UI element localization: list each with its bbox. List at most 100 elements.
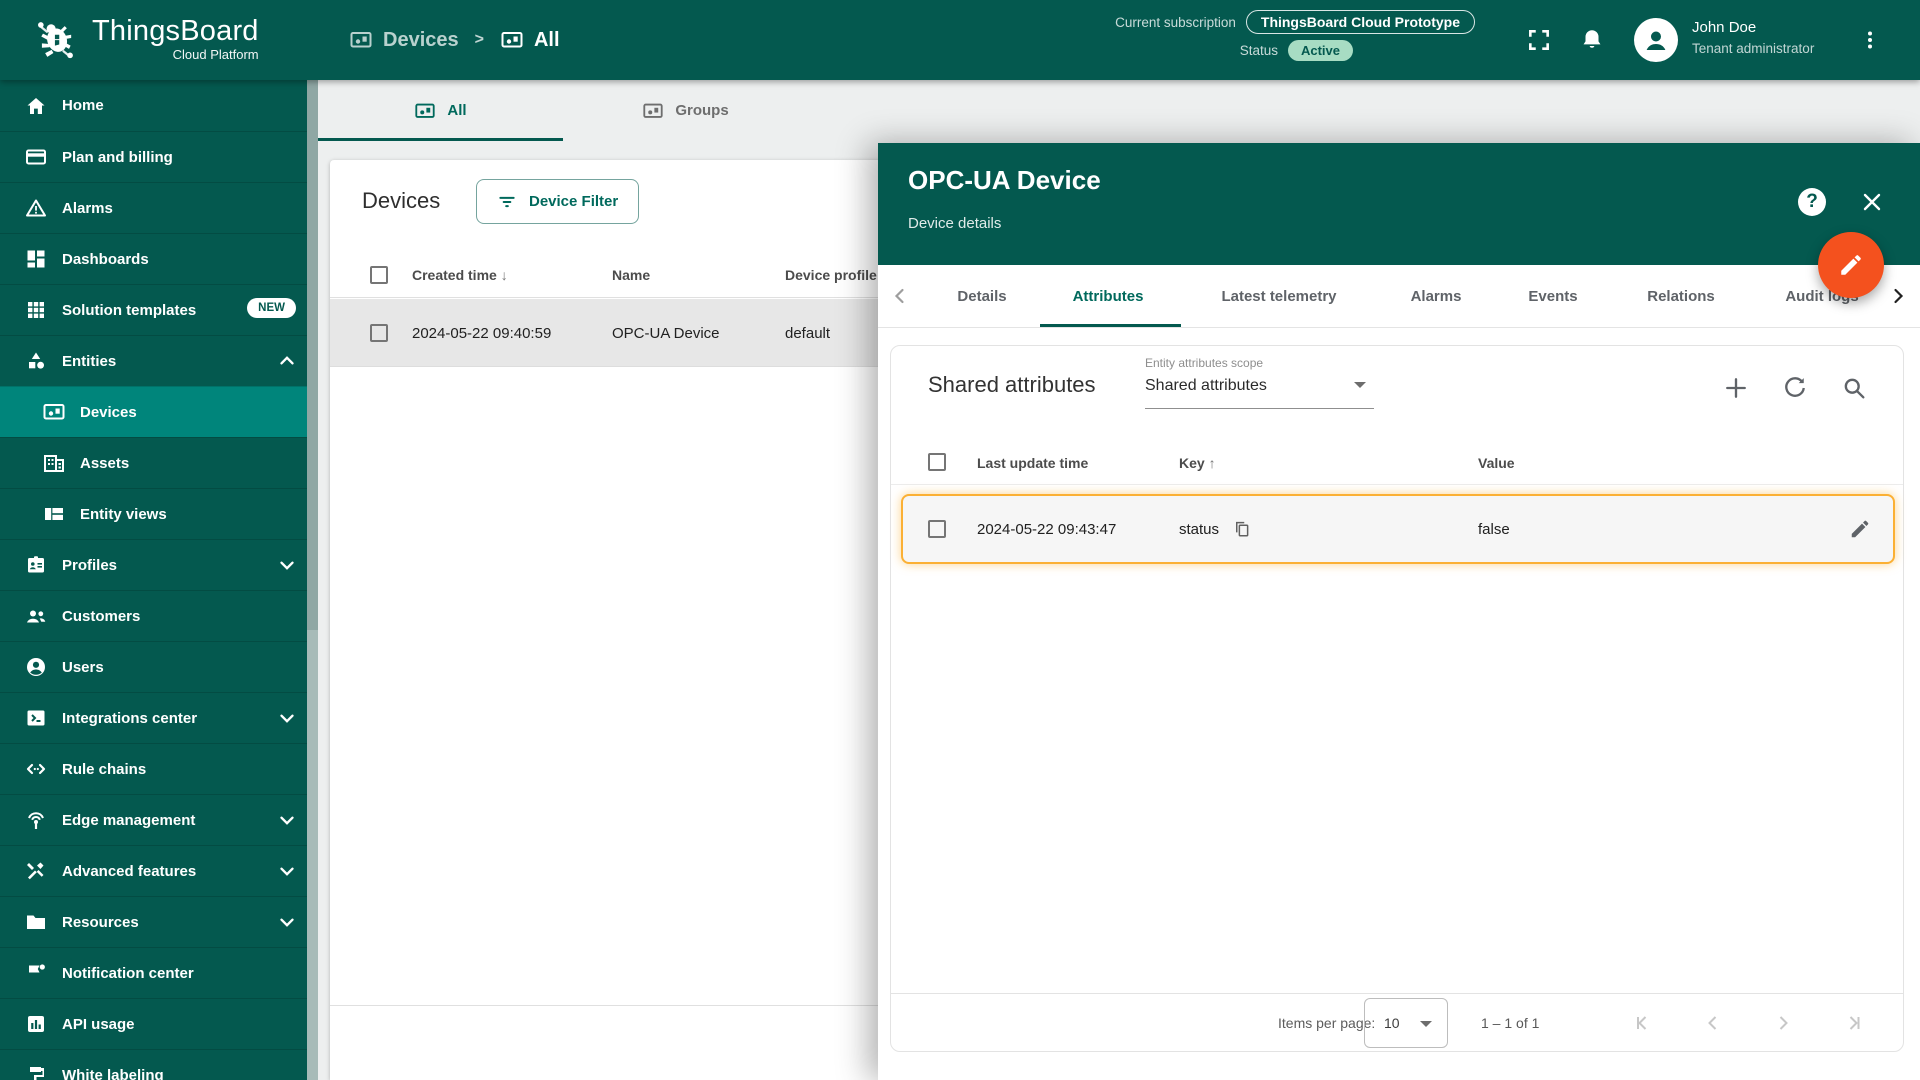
tab-groups-label: Groups: [675, 102, 729, 119]
subscription-plan-pill[interactable]: ThingsBoard Cloud Prototype: [1245, 10, 1475, 34]
chevron-down-icon: [276, 707, 298, 729]
view-quilt-icon: [42, 502, 66, 526]
sidebar-item-edge-management[interactable]: Edge management: [0, 794, 318, 845]
brand-logo[interactable]: ThingsBoard Cloud Platform: [30, 12, 259, 64]
row-checkbox[interactable]: [370, 324, 388, 342]
notifications-bell-button[interactable]: [1576, 0, 1608, 80]
devices-title: Devices: [362, 188, 441, 213]
close-icon[interactable]: [1860, 190, 1884, 214]
subscription-block: Current subscription ThingsBoard Cloud P…: [1005, 10, 1475, 67]
chart-box-icon: [24, 1012, 48, 1036]
fullscreen-button[interactable]: [1524, 0, 1554, 80]
sidebar-item-resources[interactable]: Resources: [0, 896, 318, 947]
sidebar-item-profiles[interactable]: Profiles: [0, 539, 318, 590]
help-icon[interactable]: ?: [1798, 188, 1826, 216]
col-device-profile[interactable]: Device profile: [785, 267, 877, 283]
sidebar-item-alarms[interactable]: Alarms: [0, 182, 318, 233]
breadcrumb: Devices > All: [349, 0, 560, 80]
sidebar-item-integrations-center[interactable]: Integrations center: [0, 692, 318, 743]
search-button[interactable]: [1840, 374, 1868, 402]
building-icon: [42, 451, 66, 475]
dropdown-caret-icon[interactable]: [1354, 382, 1366, 388]
select-all-attributes-checkbox[interactable]: [928, 453, 946, 471]
chevron-down-icon: [276, 809, 298, 831]
chevron-down-icon: [276, 911, 298, 933]
devices-group-icon: [642, 100, 664, 122]
tab-details[interactable]: Details: [957, 265, 1006, 327]
sidebar-scrollbar[interactable]: [307, 80, 318, 1080]
tools-icon: [24, 859, 48, 883]
items-per-page-label: Items per page:: [1278, 1015, 1376, 1031]
refresh-button[interactable]: [1781, 374, 1809, 402]
select-all-checkbox[interactable]: [370, 266, 388, 284]
attribute-row[interactable]: 2024-05-22 09:43:47 status false: [901, 494, 1895, 564]
device-filter-button[interactable]: Device Filter: [476, 179, 640, 224]
tab-attributes[interactable]: Attributes: [1073, 265, 1144, 327]
sidebar-item-notification-center[interactable]: Notification center: [0, 947, 318, 998]
details-title: OPC-UA Device: [908, 165, 1101, 195]
sidebar-item-users[interactable]: Users: [0, 641, 318, 692]
sidebar-item-rule-chains[interactable]: Rule chains: [0, 743, 318, 794]
tab-events[interactable]: Events: [1528, 265, 1577, 327]
edit-fab-button[interactable]: [1818, 232, 1884, 298]
app-window: All Groups Devices Device Filter Created…: [0, 0, 1920, 1080]
copy-icon[interactable]: [1233, 520, 1251, 538]
dropdown-caret-icon: [1420, 1021, 1432, 1027]
items-per-page-select[interactable]: 10: [1364, 998, 1448, 1048]
edit-attribute-pencil-icon[interactable]: [1849, 518, 1871, 540]
badge-icon: [24, 553, 48, 577]
sidebar-item-entity-views[interactable]: Entity views: [0, 488, 318, 539]
scope-select-underline: [1145, 408, 1374, 409]
breadcrumb-all[interactable]: All: [500, 28, 560, 52]
kebab-menu-button[interactable]: [1856, 0, 1884, 80]
sidebar-item-plan-and-billing[interactable]: Plan and billing: [0, 131, 318, 182]
sidebar-item-solution-templates[interactable]: Solution templates NEW: [0, 284, 318, 335]
sidebar-item-entities[interactable]: Entities: [0, 335, 318, 386]
col-last-update-time[interactable]: Last update time: [977, 455, 1088, 471]
sidebar-item-assets[interactable]: Assets: [0, 437, 318, 488]
sidebar-item-customers[interactable]: Customers: [0, 590, 318, 641]
attributes-heading: Shared attributes: [928, 372, 1096, 397]
previous-page-button[interactable]: [1701, 1011, 1725, 1035]
sidebar-item-devices[interactable]: Devices: [0, 386, 318, 437]
tabs-scroll-left-icon[interactable]: [888, 284, 912, 308]
sidebar-item-white-labeling[interactable]: White labeling: [0, 1049, 318, 1080]
tab-relations[interactable]: Relations: [1647, 265, 1715, 327]
chevron-up-icon: [276, 350, 298, 372]
details-tabbar: Details Attributes Latest telemetry Alar…: [878, 265, 1920, 328]
breadcrumb-devices[interactable]: Devices: [349, 28, 459, 52]
scrollbar-thumb[interactable]: [307, 80, 318, 630]
col-name[interactable]: Name: [612, 267, 650, 283]
tab-groups[interactable]: Groups: [563, 80, 808, 141]
sidebar-item-dashboards[interactable]: Dashboards: [0, 233, 318, 284]
filter-icon: [497, 192, 517, 212]
paint-roller-icon: [24, 1063, 48, 1080]
new-badge: NEW: [247, 298, 296, 318]
sidebar-item-api-usage[interactable]: API usage: [0, 998, 318, 1049]
page-range-label: 1 – 1 of 1: [1481, 1015, 1540, 1031]
tab-all[interactable]: All: [318, 80, 563, 141]
sort-desc-icon: ↓: [500, 267, 508, 283]
attribute-row-checkbox[interactable]: [928, 520, 946, 538]
tab-alarms[interactable]: Alarms: [1411, 265, 1462, 327]
sidebar-item-home[interactable]: Home: [0, 80, 318, 131]
sidebar-item-advanced-features[interactable]: Advanced features: [0, 845, 318, 896]
user-avatar[interactable]: [1634, 18, 1678, 62]
next-page-button[interactable]: [1771, 1011, 1795, 1035]
col-created-time[interactable]: Created time ↓: [412, 267, 508, 283]
warning-icon: [24, 196, 48, 220]
add-attribute-button[interactable]: [1722, 374, 1750, 402]
col-value[interactable]: Value: [1478, 455, 1515, 471]
devices-icon: [42, 400, 66, 424]
paginator: Items per page: 10 1 – 1 of 1: [891, 993, 1903, 1051]
shapes-icon: [24, 349, 48, 373]
chevron-down-icon: [276, 554, 298, 576]
tabs-scroll-right-icon[interactable]: [1886, 284, 1910, 308]
first-page-button[interactable]: [1631, 1011, 1655, 1035]
tab-latest-telemetry[interactable]: Latest telemetry: [1221, 265, 1336, 327]
user-info[interactable]: John Doe Tenant administrator: [1692, 17, 1814, 59]
scope-select[interactable]: Shared attributes: [1145, 377, 1267, 395]
user-role: Tenant administrator: [1692, 41, 1815, 56]
last-page-button[interactable]: [1841, 1011, 1865, 1035]
col-key[interactable]: Key ↑: [1179, 455, 1216, 471]
